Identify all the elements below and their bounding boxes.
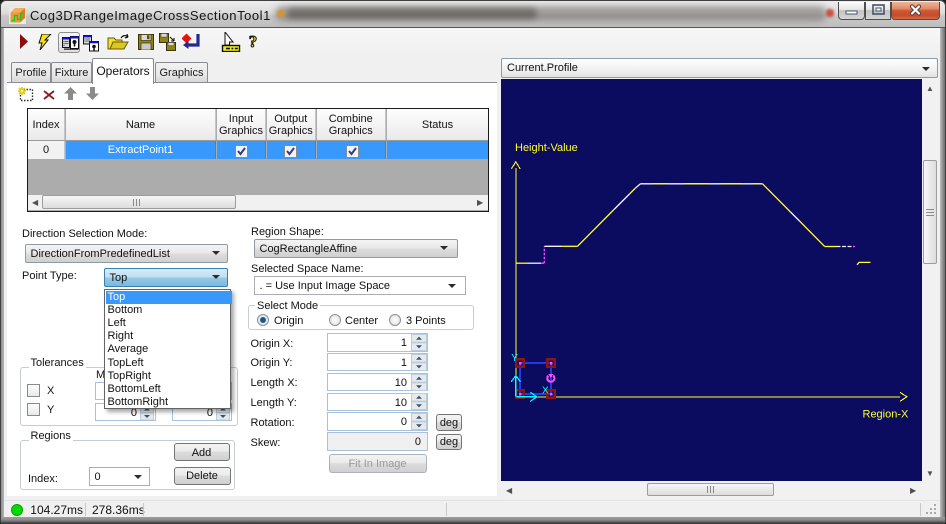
svg-text:Region-X: Region-X — [863, 409, 910, 421]
svg-text:?: ? — [249, 32, 258, 51]
svg-text:Y: Y — [511, 353, 518, 364]
svg-text:X: X — [542, 386, 549, 397]
svg-text:Height-Value: Height-Value — [515, 142, 578, 154]
